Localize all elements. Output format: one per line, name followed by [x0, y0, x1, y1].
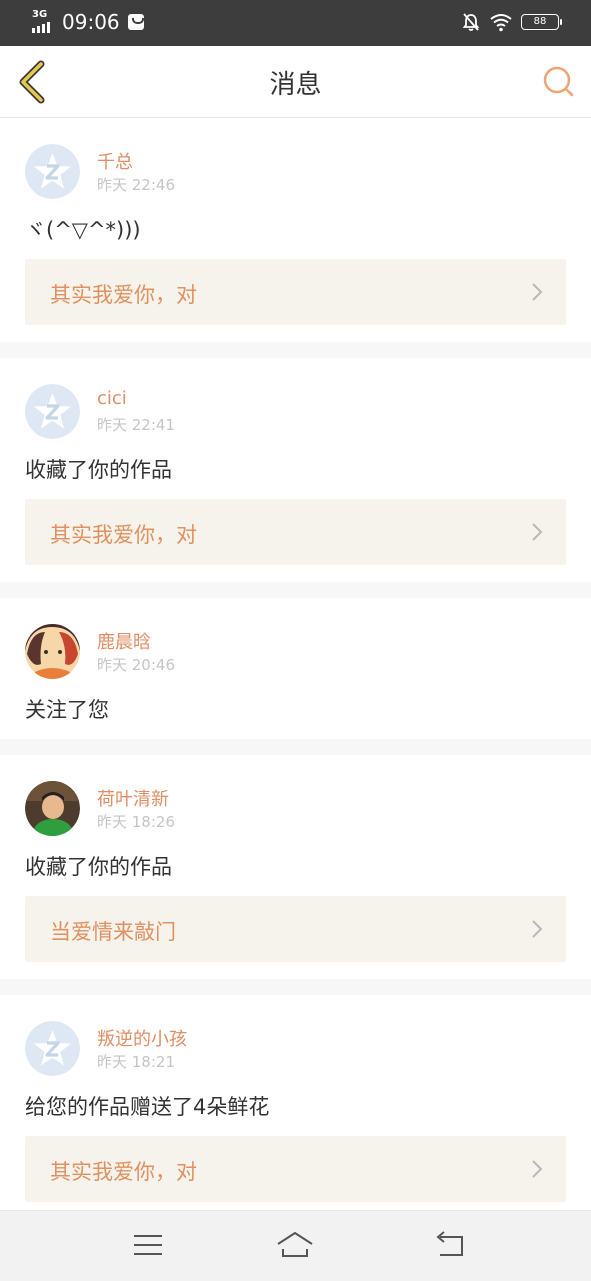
- message-card[interactable]: 荷叶清新 昨天 18:26 收藏了你的作品 当爱情来敲门: [0, 755, 591, 979]
- wifi-icon: [490, 14, 512, 32]
- chevron-right-icon: [532, 283, 543, 301]
- message-card[interactable]: 叛逆的小孩 昨天 18:21 给您的作品赠送了4朵鲜花 其实我爱你，对: [0, 995, 591, 1219]
- work-title: 其实我爱你，对: [50, 523, 197, 547]
- chevron-right-icon: [532, 523, 543, 541]
- search-button[interactable]: [541, 64, 577, 100]
- signal-icon: 3G: [32, 9, 58, 33]
- anime-avatar-icon: [25, 624, 80, 679]
- battery-level: 88: [533, 16, 547, 27]
- default-avatar-icon: [25, 144, 80, 199]
- username[interactable]: 千总: [97, 148, 133, 174]
- work-title: 当爱情来敲门: [50, 920, 176, 944]
- chevron-right-icon: [532, 1160, 543, 1178]
- system-nav-bar: [0, 1210, 591, 1281]
- battery-icon: 88: [521, 14, 562, 30]
- menu-button[interactable]: [126, 1225, 170, 1265]
- work-link[interactable]: 其实我爱你，对: [25, 499, 566, 565]
- message-time: 昨天 18:21: [97, 1053, 175, 1071]
- home-button[interactable]: [273, 1225, 317, 1265]
- message-time: 昨天 22:46: [97, 176, 175, 194]
- page-title: 消息: [269, 70, 322, 100]
- username[interactable]: 荷叶清新: [97, 785, 169, 811]
- network-type: 3G: [32, 9, 48, 20]
- username[interactable]: cici: [97, 388, 127, 409]
- work-link[interactable]: 当爱情来敲门: [25, 896, 566, 962]
- mute-icon: [462, 13, 480, 31]
- message-list: 千总 昨天 22:46 ヾ(^▽^*))) 其实我爱你，对 cici 昨天 22…: [0, 118, 591, 1235]
- message-time: 昨天 18:26: [97, 813, 175, 831]
- back-icon: [436, 1231, 463, 1256]
- username[interactable]: 叛逆的小孩: [97, 1025, 187, 1051]
- message-card[interactable]: 千总 昨天 22:46 ヾ(^▽^*))) 其实我爱你，对: [0, 118, 591, 342]
- menu-icon: [134, 1235, 162, 1255]
- home-icon: [277, 1232, 313, 1257]
- status-bar: 3G 09:06 88: [0, 0, 591, 46]
- status-bar-left: 3G 09:06: [32, 9, 144, 34]
- username[interactable]: 鹿晨晗: [97, 628, 151, 654]
- message-time: 昨天 22:41: [97, 416, 175, 434]
- message-time: 昨天 20:46: [97, 656, 175, 674]
- message-card[interactable]: cici 昨天 22:41 收藏了你的作品 其实我爱你，对: [0, 358, 591, 582]
- work-link[interactable]: 其实我爱你，对: [25, 1136, 566, 1202]
- message-text: 收藏了你的作品: [25, 855, 172, 879]
- status-time: 09:06: [62, 10, 120, 34]
- search-icon: [543, 66, 574, 97]
- status-bar-right: 88: [461, 12, 562, 32]
- work-title: 其实我爱你，对: [50, 283, 197, 307]
- work-link[interactable]: 其实我爱你，对: [25, 259, 566, 325]
- avatar[interactable]: [25, 384, 80, 439]
- message-text: 收藏了你的作品: [25, 458, 172, 482]
- message-text: ヾ(^▽^*))): [25, 218, 141, 242]
- message-text: 给您的作品赠送了4朵鲜花: [25, 1095, 270, 1119]
- message-card[interactable]: 鹿晨晗 昨天 20:46 关注了您: [0, 598, 591, 739]
- message-text: 关注了您: [25, 698, 109, 722]
- work-title: 其实我爱你，对: [50, 1160, 197, 1184]
- avatar[interactable]: [25, 1021, 80, 1076]
- chevron-right-icon: [532, 920, 543, 938]
- back-nav-button[interactable]: [428, 1225, 472, 1265]
- default-avatar-icon: [25, 1021, 80, 1076]
- avatar[interactable]: [25, 144, 80, 199]
- bag-icon: [127, 14, 144, 30]
- avatar[interactable]: [25, 624, 80, 679]
- default-avatar-icon: [25, 384, 80, 439]
- header-bar: 消息: [0, 46, 591, 118]
- photo-avatar-icon: [25, 781, 80, 836]
- avatar[interactable]: [25, 781, 80, 836]
